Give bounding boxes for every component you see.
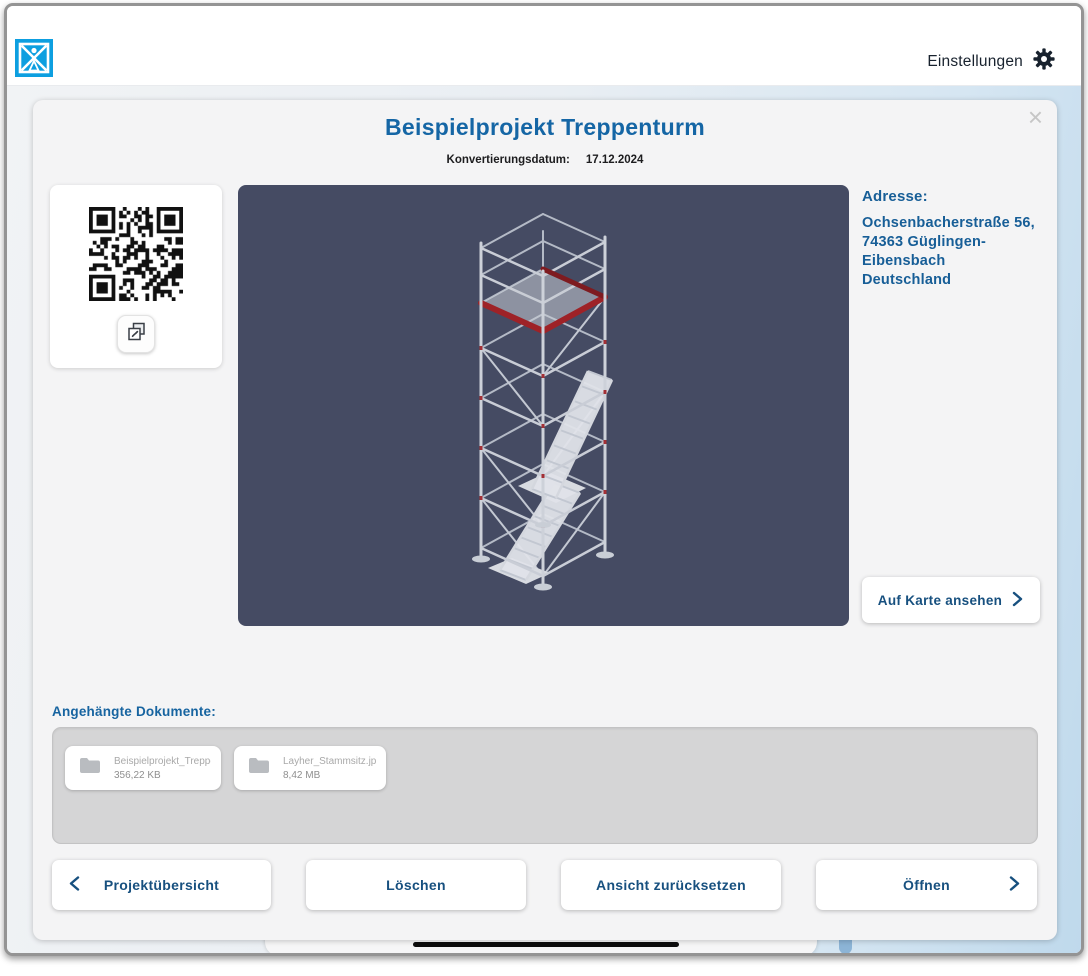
address-line: Deutschland [862, 271, 1054, 290]
gear-icon [1033, 48, 1055, 75]
delete-button[interactable]: Löschen [306, 860, 526, 910]
documents-panel: Beispielprojekt_Treppe 356,22 KB Layher_… [52, 727, 1038, 844]
open-button[interactable]: Öffnen [816, 860, 1037, 910]
project-overview-label: Projektübersicht [104, 877, 219, 893]
project-overview-button[interactable]: Projektübersicht [52, 860, 271, 910]
layher-logo-icon[interactable] [15, 39, 53, 77]
chevron-left-icon [68, 876, 81, 895]
settings-button[interactable]: Einstellungen [927, 48, 1055, 75]
home-indicator[interactable] [413, 942, 679, 947]
chevron-right-icon [1011, 591, 1024, 610]
map-button-label: Auf Karte ansehen [878, 593, 1002, 608]
model-viewer[interactable] [238, 185, 849, 626]
copy-link-icon [126, 321, 147, 347]
conversion-date-value: 17.12.2024 [586, 154, 644, 166]
settings-label: Einstellungen [927, 53, 1023, 71]
document-chip[interactable]: Layher_Stammsitz.jpg 8,42 MB [234, 746, 386, 790]
folder-icon [79, 757, 101, 779]
address-label: Adresse: [862, 188, 1054, 205]
conversion-date-label: Konvertierungsdatum: [447, 154, 570, 166]
open-label: Öffnen [903, 877, 950, 893]
folder-icon [248, 757, 270, 779]
document-size: 8,42 MB [283, 770, 376, 781]
qr-code [89, 207, 183, 301]
reset-view-label: Ansicht zurücksetzen [596, 877, 746, 893]
attached-documents-label: Angehängte Dokumente: [52, 704, 216, 719]
delete-label: Löschen [386, 877, 446, 893]
app-window: Einstellungen [4, 3, 1084, 956]
document-chip[interactable]: Beispielprojekt_Treppe 356,22 KB [65, 746, 221, 790]
address-line: 74363 Güglingen- [862, 233, 1054, 252]
project-title: Beispielprojekt Treppenturm [33, 114, 1057, 141]
view-on-map-button[interactable]: Auf Karte ansehen [862, 577, 1040, 623]
project-detail-modal: × Beispielprojekt Treppenturm Konvertier… [33, 100, 1057, 940]
address-line: Ochsenbacherstraße 56, [862, 214, 1054, 233]
address-block: Adresse: Ochsenbacherstraße 56, 74363 Gü… [862, 188, 1054, 290]
document-name: Beispielprojekt_Treppe [114, 756, 211, 767]
conversion-date-row: Konvertierungsdatum: 17.12.2024 [33, 154, 1057, 166]
scaffold-tower-render [238, 185, 849, 626]
reset-view-button[interactable]: Ansicht zurücksetzen [561, 860, 781, 910]
header-bar: Einstellungen [7, 6, 1081, 86]
qr-card [50, 185, 222, 368]
document-size: 356,22 KB [114, 770, 211, 781]
address-line: Eibensbach [862, 252, 1054, 271]
document-name: Layher_Stammsitz.jpg [283, 756, 376, 767]
chevron-right-icon [1008, 876, 1021, 895]
copy-qr-button[interactable] [117, 315, 155, 353]
